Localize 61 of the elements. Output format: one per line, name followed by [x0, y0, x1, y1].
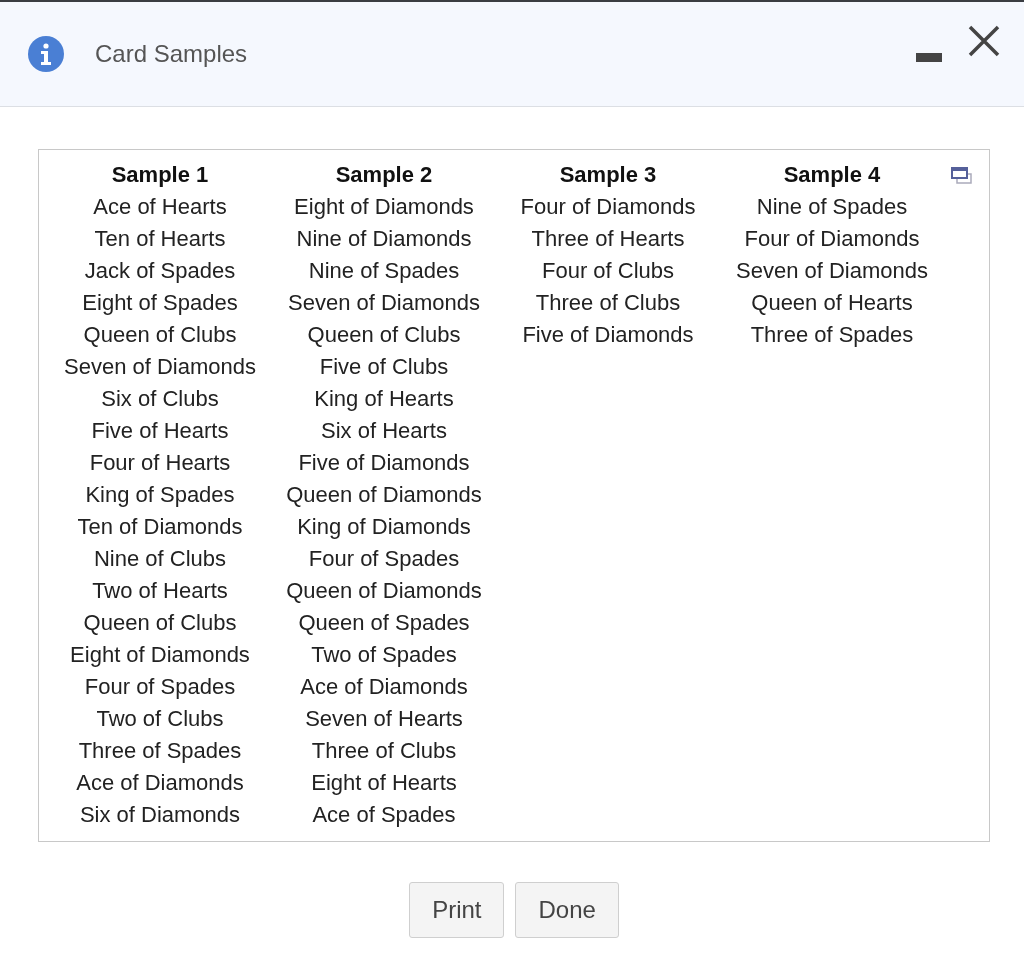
- card-name: Three of Spades: [750, 321, 914, 349]
- column-heading: Sample 4: [783, 161, 881, 189]
- card-name: Seven of Diamonds: [288, 289, 480, 317]
- column-heading: Sample 2: [335, 161, 433, 189]
- card-name: Four of Spades: [84, 673, 236, 701]
- card-name: King of Diamonds: [297, 513, 471, 541]
- card-name: Ace of Diamonds: [76, 769, 244, 797]
- card-name: Ace of Hearts: [93, 193, 227, 221]
- card-name: King of Hearts: [314, 385, 454, 413]
- card-name: Eight of Diamonds: [294, 193, 474, 221]
- card-name: Eight of Spades: [82, 289, 238, 317]
- card-name: Two of Clubs: [96, 705, 224, 733]
- card-name: Three of Clubs: [311, 737, 457, 765]
- column-heading: Sample 3: [559, 161, 657, 189]
- card-name: Ace of Spades: [312, 801, 456, 829]
- card-name: Six of Hearts: [321, 417, 447, 445]
- card-name: Jack of Spades: [84, 257, 236, 285]
- card-name: Queen of Clubs: [83, 321, 237, 349]
- card-name: Four of Hearts: [89, 449, 231, 477]
- card-name: Three of Hearts: [531, 225, 685, 253]
- done-button[interactable]: Done: [515, 882, 619, 938]
- card-name: Eight of Diamonds: [70, 641, 250, 669]
- pop-out-button[interactable]: [951, 167, 973, 185]
- card-name: Queen of Hearts: [751, 289, 913, 317]
- column-heading: Sample 1: [111, 161, 209, 189]
- card-name: Queen of Diamonds: [286, 577, 482, 605]
- card-name: Two of Hearts: [92, 577, 228, 605]
- card-name: Eight of Hearts: [311, 769, 457, 797]
- card-name: Five of Diamonds: [298, 449, 470, 477]
- info-icon: [28, 36, 64, 72]
- card-name: Five of Clubs: [319, 353, 449, 381]
- card-name: Five of Hearts: [91, 417, 229, 445]
- card-name: Queen of Clubs: [307, 321, 461, 349]
- card-name: Six of Diamonds: [79, 801, 241, 829]
- minimize-button[interactable]: [916, 52, 942, 62]
- card-name: Queen of Spades: [298, 609, 470, 637]
- card-name: Four of Clubs: [541, 257, 675, 285]
- card-name: Nine of Spades: [308, 257, 460, 285]
- card-name: Ten of Hearts: [94, 225, 226, 253]
- print-button[interactable]: Print: [409, 882, 505, 938]
- dialog-title: Card Samples: [95, 40, 249, 68]
- card-name: Queen of Clubs: [83, 609, 237, 637]
- card-name: Five of Diamonds: [522, 321, 694, 349]
- card-name: Four of Diamonds: [744, 225, 920, 253]
- card-name: Nine of Clubs: [93, 545, 227, 573]
- card-name: Seven of Diamonds: [64, 353, 256, 381]
- card-name: Seven of Diamonds: [736, 257, 928, 285]
- card-name: Ace of Diamonds: [300, 673, 468, 701]
- card-name: Two of Spades: [311, 641, 457, 669]
- card-name: Six of Clubs: [101, 385, 219, 413]
- close-button[interactable]: [968, 25, 1000, 57]
- card-name: Three of Spades: [78, 737, 242, 765]
- card-name: Seven of Hearts: [305, 705, 463, 733]
- card-name: Nine of Spades: [756, 193, 908, 221]
- card-name: Four of Diamonds: [520, 193, 696, 221]
- card-name: Four of Spades: [308, 545, 460, 573]
- card-name: Three of Clubs: [535, 289, 681, 317]
- card-name: Queen of Diamonds: [286, 481, 482, 509]
- card-name: King of Spades: [85, 481, 235, 509]
- card-name: Ten of Diamonds: [77, 513, 243, 541]
- card-name: Nine of Diamonds: [296, 225, 472, 253]
